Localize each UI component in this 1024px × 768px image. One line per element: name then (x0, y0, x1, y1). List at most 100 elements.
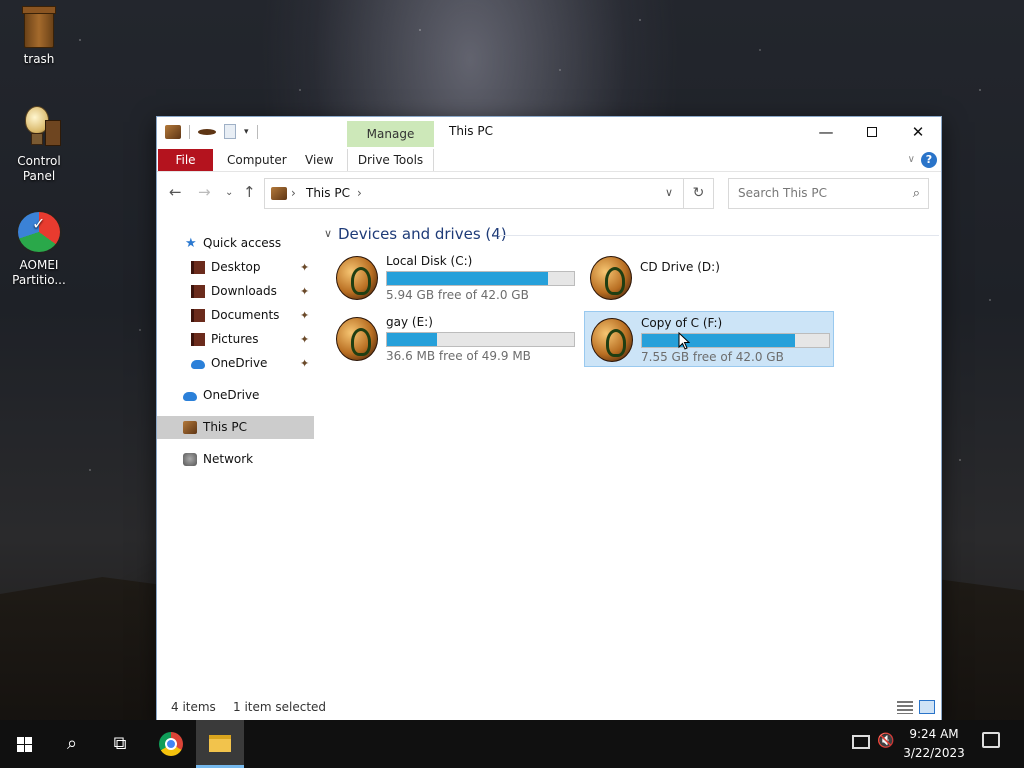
nav-pinned-documents[interactable]: Documents ✦ (157, 304, 314, 327)
drive-usage-bar (386, 332, 575, 347)
nav-network[interactable]: Network (157, 448, 314, 471)
tab-file[interactable]: File (158, 149, 213, 171)
downloads-folder-icon (191, 285, 205, 298)
nav-onedrive[interactable]: OneDrive (157, 384, 314, 407)
back-button[interactable]: ← (169, 183, 182, 201)
desktop-folder-icon (191, 261, 205, 274)
breadcrumb-this-pc[interactable]: This PC (306, 186, 350, 200)
drive-usage-fill (387, 272, 548, 285)
taskbar: ⌕ ⧉ 🔇 9:24 AM 3/22/2023 (0, 720, 1024, 768)
drive-name: gay (E:) (386, 315, 433, 329)
desktop-icon-control-panel[interactable]: Control Panel (0, 106, 78, 184)
notification-center-icon[interactable] (982, 732, 1000, 748)
nav-label: Network (203, 452, 254, 466)
chevron-down-icon[interactable]: ▾ (244, 127, 249, 137)
volume-muted-icon[interactable]: 🔇 (877, 733, 894, 768)
properties-icon[interactable] (198, 128, 216, 135)
up-button[interactable]: ↑ (243, 183, 256, 201)
nav-label: Desktop (211, 260, 261, 274)
pin-icon: ✦ (300, 261, 310, 274)
drive-name: Copy of C (F:) (641, 316, 723, 330)
ribbon-tabs: File Computer View Drive Tools ∨ ? (157, 147, 941, 172)
drive-name: CD Drive (D:) (640, 260, 720, 274)
cd-drive-icon (590, 256, 632, 300)
desktop-icon-aomei[interactable]: AOMEI Partitio... (0, 210, 78, 288)
tab-manage[interactable]: Manage (347, 121, 434, 147)
taskbar-file-explorer[interactable] (196, 720, 244, 768)
maximize-button[interactable] (849, 117, 895, 147)
search-placeholder: Search This PC (738, 186, 827, 200)
title-bar: ▾ Manage This PC — ✕ (157, 117, 941, 147)
desktop-icon-label: trash (23, 52, 55, 66)
drive-free-space: 5.94 GB free of 42.0 GB (386, 288, 529, 302)
forward-button[interactable]: → (198, 183, 211, 201)
drive-usage-fill (387, 333, 438, 346)
hard-drive-icon (336, 317, 378, 361)
taskbar-chrome[interactable] (146, 720, 194, 768)
search-icon: ⌕ (66, 733, 78, 754)
start-button[interactable] (0, 720, 48, 768)
group-header-devices[interactable]: ∨ Devices and drives (4) (322, 225, 939, 245)
minimize-button[interactable]: — (803, 117, 849, 147)
breadcrumb-separator-icon[interactable]: › (357, 186, 362, 200)
drive-c[interactable]: Local Disk (C:) 5.94 GB free of 42.0 GB (330, 250, 580, 306)
navigation-bar: ← → ⌄ ↑ › This PC › ∨ ↻ Search This PC ⌕ (157, 173, 941, 213)
drive-free-space: 36.6 MB free of 49.9 MB (386, 349, 531, 363)
navigation-pane: ★ Quick access Desktop ✦ Downloads ✦ Doc… (157, 217, 314, 697)
divider (189, 124, 190, 139)
nav-pinned-pictures[interactable]: Pictures ✦ (157, 328, 314, 351)
drive-f[interactable]: Copy of C (F:) 7.55 GB free of 42.0 GB (584, 311, 834, 367)
system-clock[interactable]: 9:24 AM 3/22/2023 (896, 725, 972, 763)
drive-name: Local Disk (C:) (386, 254, 473, 268)
nav-this-pc[interactable]: This PC (157, 416, 314, 439)
task-view-button[interactable]: ⧉ (96, 720, 144, 768)
nav-quick-access[interactable]: ★ Quick access (157, 232, 314, 255)
divider (256, 124, 258, 139)
chevron-down-icon[interactable]: ∨ (665, 186, 673, 199)
nav-label: OneDrive (203, 388, 260, 402)
nav-label: Quick access (203, 236, 282, 250)
quick-access-toolbar: ▾ (165, 124, 258, 139)
desktop-icon-trash[interactable]: trash (0, 6, 78, 67)
address-bar[interactable]: › This PC › ∨ ↻ (264, 178, 714, 209)
mouse-cursor-icon (678, 332, 690, 350)
breadcrumb-separator-icon[interactable]: › (291, 186, 296, 200)
drive-usage-bar (386, 271, 575, 286)
pin-icon: ✦ (300, 309, 310, 322)
nav-label: Downloads (211, 284, 277, 298)
drive-d[interactable]: CD Drive (D:) (584, 250, 834, 306)
search-button[interactable]: ⌕ (48, 720, 96, 768)
drive-usage-bar (641, 333, 830, 348)
nav-label: This PC (203, 420, 247, 434)
network-tray-icon[interactable] (852, 735, 870, 749)
expand-ribbon-icon[interactable]: ∨ (908, 154, 915, 165)
folder-icon (209, 735, 231, 752)
control-panel-icon (17, 106, 61, 150)
large-icons-view-icon[interactable] (919, 700, 935, 714)
search-icon: ⌕ (912, 186, 920, 201)
nav-label: Documents (211, 308, 280, 322)
pin-icon: ✦ (300, 285, 310, 298)
close-button[interactable]: ✕ (895, 117, 941, 147)
nav-pinned-downloads[interactable]: Downloads ✦ (157, 280, 314, 303)
recent-locations-button[interactable]: ⌄ (225, 187, 233, 198)
desktop-icon-label: AOMEI Partitio... (12, 258, 66, 287)
pin-icon: ✦ (300, 357, 310, 370)
aomei-partition-icon (16, 210, 62, 254)
drive-e[interactable]: gay (E:) 36.6 MB free of 49.9 MB (330, 311, 580, 367)
computer-icon[interactable] (165, 124, 181, 139)
clock-time: 9:24 AM (909, 727, 959, 741)
nav-label: OneDrive (211, 356, 268, 370)
nav-pinned-desktop[interactable]: Desktop ✦ (157, 256, 314, 279)
new-folder-icon[interactable] (224, 124, 236, 139)
nav-label: Pictures (211, 332, 259, 346)
help-button[interactable]: ? (921, 152, 937, 168)
refresh-button[interactable]: ↻ (683, 179, 713, 208)
tab-computer[interactable]: Computer (227, 149, 287, 171)
tab-drive-tools[interactable]: Drive Tools (347, 149, 434, 171)
onedrive-cloud-icon (183, 392, 197, 401)
search-input[interactable]: Search This PC ⌕ (728, 178, 929, 209)
nav-pinned-onedrive[interactable]: OneDrive ✦ (157, 352, 314, 375)
details-view-icon[interactable] (897, 701, 913, 714)
tab-view[interactable]: View (305, 149, 333, 171)
